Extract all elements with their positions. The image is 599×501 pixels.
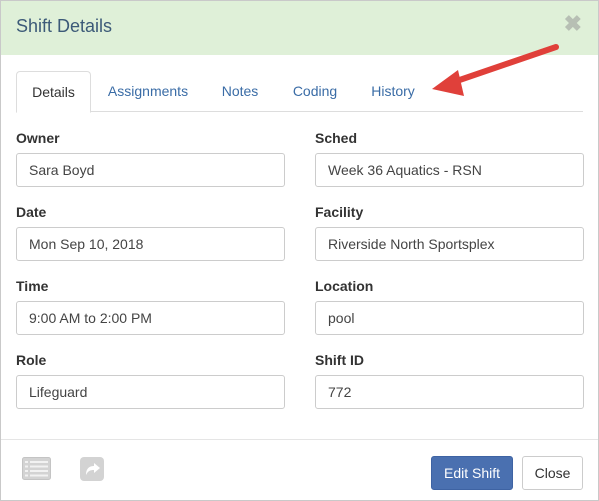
- share-arrow-icon[interactable]: [80, 457, 104, 486]
- date-field[interactable]: Mon Sep 10, 2018: [16, 227, 285, 261]
- shift-id-field[interactable]: 772: [315, 375, 584, 409]
- facility-field[interactable]: Riverside North Sportsplex: [315, 227, 584, 261]
- location-label: Location: [315, 278, 374, 294]
- dialog-footer: Edit Shift Close: [1, 439, 598, 501]
- tab-assignments[interactable]: Assignments: [100, 71, 196, 111]
- date-label: Date: [16, 204, 47, 220]
- shift-id-label: Shift ID: [315, 352, 364, 368]
- role-field[interactable]: Lifeguard: [16, 375, 285, 409]
- tab-bar: Details Assignments Notes Coding History: [16, 71, 583, 113]
- tab-history[interactable]: History: [362, 71, 424, 111]
- close-icon[interactable]: ✖: [564, 13, 582, 35]
- tab-notes[interactable]: Notes: [212, 71, 268, 111]
- tab-details[interactable]: Details: [16, 71, 91, 113]
- time-field[interactable]: 9:00 AM to 2:00 PM: [16, 301, 285, 335]
- sched-field[interactable]: Week 36 Aquatics - RSN: [315, 153, 584, 187]
- location-field[interactable]: pool: [315, 301, 584, 335]
- shift-details-dialog: Shift Details ✖ Details Assignments Note…: [0, 0, 599, 501]
- list-icon[interactable]: [22, 457, 51, 485]
- edit-shift-button[interactable]: Edit Shift: [431, 456, 513, 490]
- role-label: Role: [16, 352, 47, 368]
- dialog-header: Shift Details ✖: [1, 1, 598, 55]
- dialog-title: Shift Details: [16, 16, 113, 36]
- time-label: Time: [16, 278, 49, 294]
- owner-label: Owner: [16, 130, 60, 146]
- facility-label: Facility: [315, 204, 364, 220]
- sched-label: Sched: [315, 130, 358, 146]
- close-button[interactable]: Close: [522, 456, 583, 490]
- owner-field[interactable]: Sara Boyd: [16, 153, 285, 187]
- tab-coding[interactable]: Coding: [284, 71, 346, 111]
